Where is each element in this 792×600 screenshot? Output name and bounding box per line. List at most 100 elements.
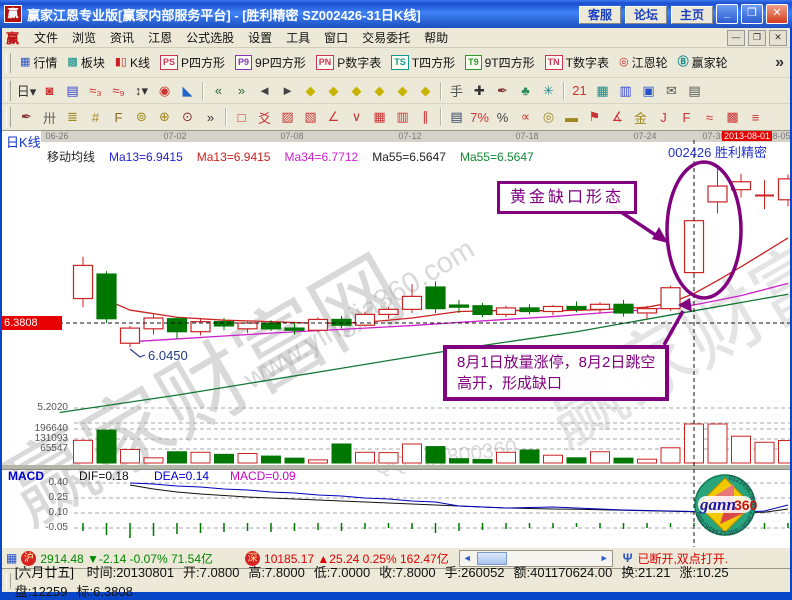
ratio-lines-tool-icon[interactable]: ∝ [514, 106, 537, 128]
gold-grid-tool-icon[interactable]: 金 [629, 106, 652, 128]
menu-item-工具[interactable]: 工具 [279, 30, 317, 46]
blocks-tool-icon[interactable]: ▩ [721, 106, 744, 128]
f-line-tool-icon[interactable]: F [675, 106, 698, 128]
print-tool-icon[interactable]: ▤ [683, 80, 706, 102]
hand-tool-icon[interactable]: 手 [445, 80, 468, 102]
menu-item-资讯[interactable]: 资讯 [103, 30, 141, 46]
titlebar-button-论坛[interactable]: 论坛 [625, 6, 667, 24]
titlebar-button-主页[interactable]: 主页 [671, 6, 713, 24]
save-tool-icon[interactable]: ▣ [637, 80, 660, 102]
web-tool-icon[interactable]: ✳ [537, 80, 560, 102]
angle-line-tool-icon[interactable]: ∠ [322, 106, 345, 128]
crosshair-tool-icon[interactable]: ✚ [468, 80, 491, 102]
golden-circle-tool-icon[interactable]: ◎ [537, 106, 560, 128]
golden-h-lines-tool-icon[interactable]: ≣ [61, 106, 84, 128]
pattern-window-icon[interactable]: ◉ [153, 80, 176, 102]
menu-item-江恩[interactable]: 江恩 [141, 30, 179, 46]
info-panel-icon[interactable]: ▤ [61, 80, 84, 102]
overflow-more-icon[interactable]: » [199, 106, 222, 128]
axis-scale-tool-icon[interactable]: ▤ [445, 106, 468, 128]
golden-spiral-tool-icon[interactable]: ⊚ [130, 106, 153, 128]
toolbar-button-p-number-table[interactable]: PNP数字表 [311, 51, 387, 74]
toolbar-button-kline[interactable]: ▮▯K线 [110, 51, 155, 74]
draw-line-tool-icon[interactable]: ✒ [491, 80, 514, 102]
toolbar-button-9t-square[interactable]: T99T四方形 [460, 51, 540, 74]
close-button[interactable]: ✕ [766, 4, 788, 24]
menu-item-设置[interactable]: 设置 [241, 30, 279, 46]
pen-tool-icon[interactable]: ✒ [15, 106, 38, 128]
nav-prev-icon[interactable]: ◄ [253, 80, 276, 102]
nav-next-icon[interactable]: ► [276, 80, 299, 102]
candle-07-16 [403, 296, 422, 309]
info-field-手: 手:260052 [445, 565, 505, 580]
kline-icon: ▮▯ [115, 56, 127, 69]
ladder-tool-icon[interactable]: ≡ [744, 106, 767, 128]
toolbar-button-gann-wheel[interactable]: ◎江恩轮 [614, 51, 673, 74]
zoom-left-icon[interactable]: ◆ [299, 80, 322, 102]
annotation-golden-gap[interactable]: 黄金缺口形态 [497, 181, 637, 214]
zoom-h-expand-icon[interactable]: ◆ [345, 80, 368, 102]
toolbar-button-t-number-table[interactable]: TNT数字表 [540, 51, 614, 74]
toolbar-overflow-chevron[interactable]: » [775, 54, 784, 72]
angle-a-tool-icon[interactable]: ∡ [606, 106, 629, 128]
menu-item-公式选股[interactable]: 公式选股 [179, 30, 241, 46]
calendar-tool-icon[interactable]: 21 [568, 80, 591, 102]
trend-flag-icon[interactable]: ◣ [176, 80, 199, 102]
signal-flag-tool-icon[interactable]: ⚑ [583, 106, 606, 128]
golden-v-lines-tool-icon[interactable]: # [84, 106, 107, 128]
toolbar-button-p-square[interactable]: PSP四方形 [155, 51, 230, 74]
percent-retrace-tool-icon[interactable]: 7% [468, 106, 491, 128]
titlebar-button-客服[interactable]: 客服 [579, 6, 621, 24]
rect-tool-icon[interactable]: □ [230, 106, 253, 128]
notebook-tool-icon[interactable]: ▥ [614, 80, 637, 102]
nav-last-icon[interactable]: » [230, 80, 253, 102]
menu-item-浏览[interactable]: 浏览 [65, 30, 103, 46]
menu-item-窗口[interactable]: 窗口 [317, 30, 355, 46]
minimize-button[interactable]: _ [716, 4, 738, 24]
maximize-button[interactable]: ❐ [741, 4, 763, 24]
toolbar-button-winner-wheel[interactable]: Ⓑ赢家轮 [673, 51, 733, 74]
mdi-close-button[interactable]: ✕ [769, 30, 787, 46]
mail-tool-icon[interactable]: ✉ [660, 80, 683, 102]
menu-item-文件[interactable]: 文件 [27, 30, 65, 46]
sectors-label: 板块 [81, 54, 105, 71]
percent-tool-icon[interactable]: % [491, 106, 514, 128]
toolbar-button-t-square[interactable]: TST四方形 [386, 51, 460, 74]
check-line-tool-icon[interactable]: ∨ [345, 106, 368, 128]
menu-item-交易委托[interactable]: 交易委托 [355, 30, 417, 46]
wave-tool-icon[interactable]: ≈ [698, 106, 721, 128]
mdi-restore-button[interactable]: ❐ [748, 30, 766, 46]
fibonacci-tool-icon[interactable]: F [107, 106, 130, 128]
toolbar-button-sectors[interactable]: ▩板块 [62, 51, 109, 74]
mini-chart-3-icon[interactable]: ≈₃ [84, 80, 107, 102]
shaded-box2-tool-icon[interactable]: ▧ [299, 106, 322, 128]
parallel-lines-tool-icon[interactable]: ∥ [414, 106, 437, 128]
mdi-minimize-button[interactable]: — [727, 30, 745, 46]
grid-b-tool-icon[interactable]: ▥ [391, 106, 414, 128]
toolbar-button-9p-square[interactable]: P99P四方形 [230, 51, 311, 74]
zoom-v-expand-icon[interactable]: ◆ [391, 80, 414, 102]
zoom-h-shrink-icon[interactable]: ◆ [368, 80, 391, 102]
chart-layout-icon[interactable]: ◙ [38, 80, 61, 102]
mini-chart-9-icon[interactable]: ≈₉ [107, 80, 130, 102]
tree-tool-icon[interactable]: ♣ [514, 80, 537, 102]
zoom-v-shrink-icon[interactable]: ◆ [414, 80, 437, 102]
gann-fan-tool-icon[interactable]: 爻 [253, 106, 276, 128]
period-day-dropdown-icon[interactable]: 日▾ [15, 80, 38, 102]
gold-bar-tool-icon[interactable]: ▬ [560, 106, 583, 128]
shaded-box-tool-icon[interactable]: ▨ [276, 106, 299, 128]
calculator-tool-icon[interactable]: ▦ [591, 80, 614, 102]
nav-first-icon[interactable]: « [207, 80, 230, 102]
toolbar-button-quotes[interactable]: ▦行情 [15, 51, 62, 74]
angle-cycle-tool-icon[interactable]: ⊕ [153, 106, 176, 128]
grid-a-tool-icon[interactable]: ▦ [368, 106, 391, 128]
gann-grid-tool-icon[interactable]: 卅 [38, 106, 61, 128]
menu-item-帮助[interactable]: 帮助 [417, 30, 455, 46]
overlay-dropdown-icon[interactable]: ↕▾ [130, 80, 153, 102]
zoom-right-icon[interactable]: ◆ [322, 80, 345, 102]
gann-circle-tool-icon[interactable]: ⊙ [176, 106, 199, 128]
j-line-tool-icon[interactable]: J [652, 106, 675, 128]
kline-chart-svg[interactable]: 6.04500123456789012345678901234567890gan… [2, 131, 790, 547]
candle-07-18 [450, 305, 469, 307]
volume-bar [309, 460, 328, 463]
